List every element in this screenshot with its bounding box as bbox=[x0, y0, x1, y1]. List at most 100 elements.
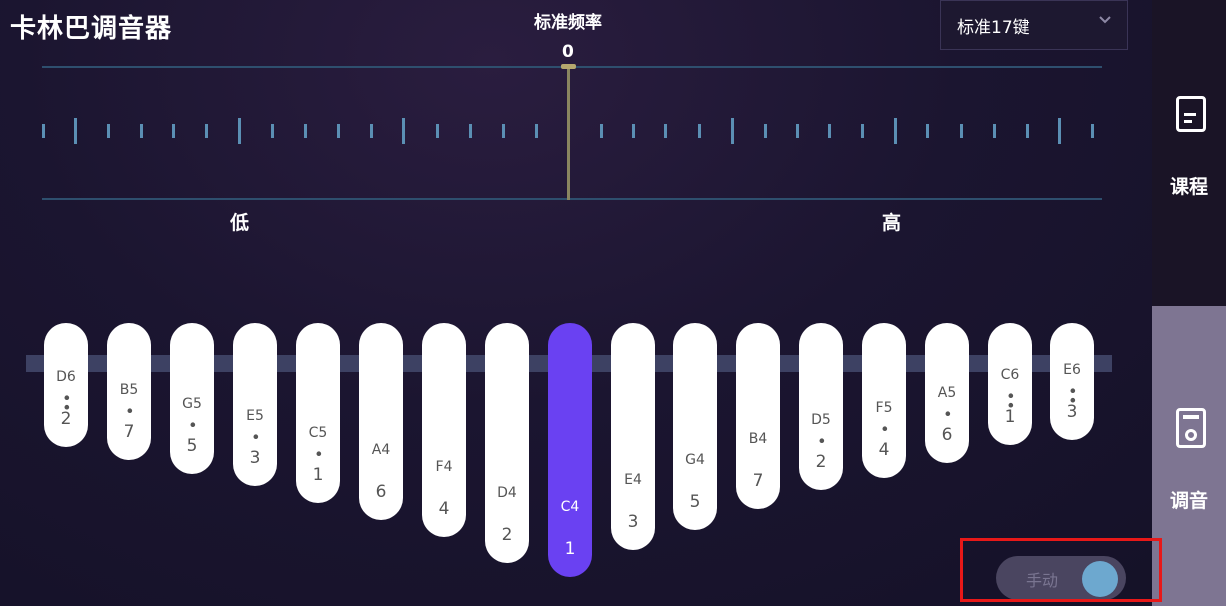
kalimba-tine-e4[interactable]: E4 3 bbox=[611, 323, 655, 550]
tine-note-label: B5 bbox=[119, 382, 139, 398]
sidebar-item-label: 课程 bbox=[1169, 176, 1208, 198]
tine-octave-dots: • bbox=[309, 449, 328, 459]
kalimba-tine-b5[interactable]: B5 • 7 bbox=[107, 323, 151, 460]
tine-octave-dots: • bbox=[246, 432, 265, 442]
meter-tick bbox=[664, 124, 667, 138]
meter-tick bbox=[140, 124, 143, 138]
tine-number-label: 5 bbox=[689, 492, 701, 512]
kalimba-tine-c5[interactable]: C5 • 1 bbox=[296, 323, 340, 503]
meter-tick bbox=[926, 124, 929, 138]
tine-number-label: 6 bbox=[375, 482, 387, 502]
kalimba-tine-f4[interactable]: F4 4 bbox=[422, 323, 466, 537]
meter-tick bbox=[74, 118, 77, 144]
high-label: 高 bbox=[882, 212, 902, 234]
kalimba-tine-g5[interactable]: G5 • 5 bbox=[170, 323, 214, 474]
tine-note-label: E6 bbox=[1063, 362, 1081, 378]
meter-tick bbox=[402, 118, 405, 144]
tine-number-label: 3 bbox=[1066, 402, 1078, 422]
kalimba-tine-e6[interactable]: E6 •• 3 bbox=[1050, 323, 1094, 440]
meter-tick bbox=[271, 124, 274, 138]
tine-number-label: 7 bbox=[123, 422, 135, 442]
meter-tick bbox=[731, 118, 734, 144]
meter-tick bbox=[828, 124, 831, 138]
meter-tick bbox=[205, 124, 208, 138]
tine-number-label: 3 bbox=[627, 512, 639, 532]
tine-number-label: 1 bbox=[312, 465, 324, 485]
tine-octave-dots: • bbox=[812, 436, 831, 446]
meter-bottom-line bbox=[42, 198, 1102, 200]
key-layout-value: 标准17键 bbox=[957, 17, 1030, 38]
book-icon bbox=[1176, 96, 1206, 132]
tuner-icon bbox=[1176, 408, 1206, 448]
meter-tick bbox=[238, 118, 241, 144]
kalimba-tine-f5[interactable]: F5 • 4 bbox=[862, 323, 906, 478]
meter-tick bbox=[370, 124, 373, 138]
meter-tick bbox=[632, 124, 635, 138]
tine-note-label: G5 bbox=[182, 396, 202, 412]
tine-octave-dots: • bbox=[120, 406, 139, 416]
meter-tick bbox=[796, 124, 799, 138]
meter-tick bbox=[304, 124, 307, 138]
tine-number-label: 4 bbox=[438, 499, 450, 519]
tine-number-label: 1 bbox=[1004, 407, 1016, 427]
kalimba-tine-a4[interactable]: A4 6 bbox=[359, 323, 403, 520]
tine-number-label: 2 bbox=[501, 525, 513, 545]
tine-octave-dots: • bbox=[938, 409, 957, 419]
meter-tick bbox=[894, 118, 897, 144]
tine-octave-dots: • bbox=[875, 424, 894, 434]
tine-note-label: D4 bbox=[497, 485, 517, 501]
meter-tick bbox=[1091, 124, 1094, 138]
meter-tick bbox=[861, 124, 864, 138]
tine-note-label: D5 bbox=[811, 412, 831, 428]
chevron-down-icon bbox=[1097, 11, 1113, 31]
kalimba-tine-d6[interactable]: D6 •• 2 bbox=[44, 323, 88, 447]
tine-note-label: F4 bbox=[435, 459, 453, 475]
tine-note-label: C4 bbox=[560, 499, 580, 515]
kalimba-tine-g4[interactable]: G4 5 bbox=[673, 323, 717, 530]
tine-octave-dots: • bbox=[183, 420, 202, 430]
tine-number-label: 2 bbox=[60, 409, 72, 429]
meter-tick bbox=[993, 124, 996, 138]
tine-note-label: G4 bbox=[685, 452, 705, 468]
cents-value: 0 bbox=[562, 42, 574, 62]
meter-tick bbox=[698, 124, 701, 138]
tine-number-label: 1 bbox=[564, 539, 576, 559]
tine-note-label: D6 bbox=[56, 369, 76, 385]
kalimba-tine-b4[interactable]: B4 7 bbox=[736, 323, 780, 509]
meter-tick bbox=[502, 124, 505, 138]
kalimba-tine-a5[interactable]: A5 • 6 bbox=[925, 323, 969, 463]
kalimba-tine-e5[interactable]: E5 • 3 bbox=[233, 323, 277, 486]
tine-number-label: 7 bbox=[752, 471, 764, 491]
tine-note-label: E4 bbox=[624, 472, 642, 488]
tine-number-label: 2 bbox=[815, 452, 827, 472]
key-layout-select[interactable]: 标准17键 bbox=[940, 0, 1128, 50]
meter-tick bbox=[960, 124, 963, 138]
tuner-needle bbox=[567, 64, 570, 200]
meter-tick bbox=[337, 124, 340, 138]
meter-tick bbox=[1058, 118, 1061, 144]
kalimba-tine-d4[interactable]: D4 2 bbox=[485, 323, 529, 563]
sidebar-item-tune[interactable]: 调音 bbox=[1152, 402, 1226, 514]
tine-note-label: C5 bbox=[308, 425, 328, 441]
tine-note-label: A4 bbox=[371, 442, 391, 458]
meter-tick bbox=[600, 124, 603, 138]
tine-number-label: 4 bbox=[878, 440, 890, 460]
tine-number-label: 5 bbox=[186, 436, 198, 456]
kalimba-tine-c4[interactable]: C4 1 bbox=[548, 323, 592, 577]
kalimba-tine-d5[interactable]: D5 • 2 bbox=[799, 323, 843, 490]
tine-note-label: F5 bbox=[875, 400, 893, 416]
meter-tick bbox=[107, 124, 110, 138]
low-label: 低 bbox=[230, 212, 250, 234]
meter-tick bbox=[436, 124, 439, 138]
highlight-box bbox=[960, 538, 1162, 602]
sidebar-item-course[interactable]: 课程 bbox=[1152, 92, 1226, 202]
tine-number-label: 3 bbox=[249, 448, 261, 468]
meter-tick bbox=[469, 124, 472, 138]
tine-note-label: E5 bbox=[246, 408, 264, 424]
tine-number-label: 6 bbox=[941, 425, 953, 445]
meter-tick bbox=[172, 124, 175, 138]
meter-tick bbox=[42, 124, 45, 138]
tine-note-label: C6 bbox=[1000, 367, 1020, 383]
meter-tick bbox=[535, 124, 538, 138]
kalimba-tine-c6[interactable]: C6 •• 1 bbox=[988, 323, 1032, 445]
